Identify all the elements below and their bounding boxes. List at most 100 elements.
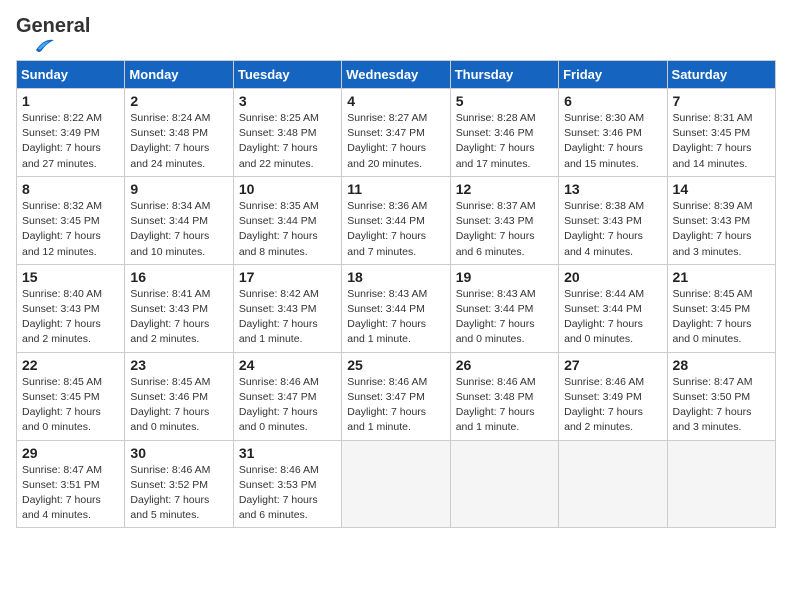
calendar-cell: 9 Sunrise: 8:34 AMSunset: 3:44 PMDaylight… xyxy=(125,176,233,264)
day-number: 2 xyxy=(130,93,227,109)
day-info: Sunrise: 8:46 AMSunset: 3:47 PMDaylight:… xyxy=(239,375,336,436)
calendar-cell: 8 Sunrise: 8:32 AMSunset: 3:45 PMDaylight… xyxy=(17,176,125,264)
day-info: Sunrise: 8:32 AMSunset: 3:45 PMDaylight:… xyxy=(22,199,119,260)
day-info: Sunrise: 8:47 AMSunset: 3:51 PMDaylight:… xyxy=(22,463,119,524)
day-info: Sunrise: 8:35 AMSunset: 3:44 PMDaylight:… xyxy=(239,199,336,260)
calendar-week-row: 8 Sunrise: 8:32 AMSunset: 3:45 PMDaylight… xyxy=(17,176,776,264)
calendar-body: 1 Sunrise: 8:22 AMSunset: 3:49 PMDaylight… xyxy=(17,89,776,528)
day-info: Sunrise: 8:46 AMSunset: 3:48 PMDaylight:… xyxy=(456,375,553,436)
calendar-cell: 22Sunrise: 8:45 AMSunset: 3:45 PMDayligh… xyxy=(17,352,125,440)
day-number: 11 xyxy=(347,181,444,197)
calendar-cell: 10Sunrise: 8:35 AMSunset: 3:44 PMDayligh… xyxy=(233,176,341,264)
day-info: Sunrise: 8:47 AMSunset: 3:50 PMDaylight:… xyxy=(673,375,770,436)
calendar-week-row: 29 Sunrise: 8:47 AMSunset: 3:51 PMDayligh… xyxy=(17,440,776,528)
calendar-week-row: 1 Sunrise: 8:22 AMSunset: 3:49 PMDaylight… xyxy=(17,89,776,177)
day-number: 30 xyxy=(130,445,227,461)
calendar-header-monday: Monday xyxy=(125,61,233,89)
day-number: 12 xyxy=(456,181,553,197)
day-number: 18 xyxy=(347,269,444,285)
day-number: 24 xyxy=(239,357,336,373)
calendar-cell: 14 Sunrise: 8:39 AMSunset: 3:43 PMDayligh… xyxy=(667,176,775,264)
day-number: 4 xyxy=(347,93,444,109)
day-number: 19 xyxy=(456,269,553,285)
calendar-cell: 20Sunrise: 8:44 AMSunset: 3:44 PMDayligh… xyxy=(559,264,667,352)
day-number: 17 xyxy=(239,269,336,285)
calendar-header-row: SundayMondayTuesdayWednesdayThursdayFrid… xyxy=(17,61,776,89)
day-info: Sunrise: 8:43 AMSunset: 3:44 PMDaylight:… xyxy=(456,287,553,348)
calendar-cell: 21 Sunrise: 8:45 AMSunset: 3:45 PMDayligh… xyxy=(667,264,775,352)
calendar-cell: 27Sunrise: 8:46 AMSunset: 3:49 PMDayligh… xyxy=(559,352,667,440)
calendar-cell: 5 Sunrise: 8:28 AMSunset: 3:46 PMDaylight… xyxy=(450,89,558,177)
day-number: 14 xyxy=(673,181,770,197)
calendar-cell: 25Sunrise: 8:46 AMSunset: 3:47 PMDayligh… xyxy=(342,352,450,440)
calendar-cell xyxy=(559,440,667,528)
calendar-cell: 26 Sunrise: 8:46 AMSunset: 3:48 PMDayligh… xyxy=(450,352,558,440)
day-info: Sunrise: 8:41 AMSunset: 3:43 PMDaylight:… xyxy=(130,287,227,348)
day-info: Sunrise: 8:31 AMSunset: 3:45 PMDaylight:… xyxy=(673,111,770,172)
day-number: 15 xyxy=(22,269,119,285)
day-number: 23 xyxy=(130,357,227,373)
day-number: 26 xyxy=(456,357,553,373)
day-number: 16 xyxy=(130,269,227,285)
day-info: Sunrise: 8:43 AMSunset: 3:44 PMDaylight:… xyxy=(347,287,444,348)
calendar-cell: 19 Sunrise: 8:43 AMSunset: 3:44 PMDayligh… xyxy=(450,264,558,352)
day-info: Sunrise: 8:28 AMSunset: 3:46 PMDaylight:… xyxy=(456,111,553,172)
day-number: 6 xyxy=(564,93,661,109)
day-number: 9 xyxy=(130,181,227,197)
day-info: Sunrise: 8:45 AMSunset: 3:45 PMDaylight:… xyxy=(673,287,770,348)
day-number: 3 xyxy=(239,93,336,109)
calendar-cell xyxy=(342,440,450,528)
day-number: 5 xyxy=(456,93,553,109)
calendar-cell: 24 Sunrise: 8:46 AMSunset: 3:47 PMDayligh… xyxy=(233,352,341,440)
day-info: Sunrise: 8:38 AMSunset: 3:43 PMDaylight:… xyxy=(564,199,661,260)
calendar-cell: 17 Sunrise: 8:42 AMSunset: 3:43 PMDayligh… xyxy=(233,264,341,352)
day-number: 1 xyxy=(22,93,119,109)
day-info: Sunrise: 8:22 AMSunset: 3:49 PMDaylight:… xyxy=(22,111,119,172)
calendar-table: SundayMondayTuesdayWednesdayThursdayFrid… xyxy=(16,60,776,528)
day-number: 21 xyxy=(673,269,770,285)
calendar-cell xyxy=(450,440,558,528)
day-info: Sunrise: 8:24 AMSunset: 3:48 PMDaylight:… xyxy=(130,111,227,172)
day-info: Sunrise: 8:34 AMSunset: 3:44 PMDaylight:… xyxy=(130,199,227,260)
day-info: Sunrise: 8:36 AMSunset: 3:44 PMDaylight:… xyxy=(347,199,444,260)
calendar-cell: 7 Sunrise: 8:31 AMSunset: 3:45 PMDaylight… xyxy=(667,89,775,177)
calendar-cell: 29 Sunrise: 8:47 AMSunset: 3:51 PMDayligh… xyxy=(17,440,125,528)
calendar-cell: 16 Sunrise: 8:41 AMSunset: 3:43 PMDayligh… xyxy=(125,264,233,352)
calendar-week-row: 15Sunrise: 8:40 AMSunset: 3:43 PMDayligh… xyxy=(17,264,776,352)
day-info: Sunrise: 8:25 AMSunset: 3:48 PMDaylight:… xyxy=(239,111,336,172)
day-number: 25 xyxy=(347,357,444,373)
calendar-week-row: 22Sunrise: 8:45 AMSunset: 3:45 PMDayligh… xyxy=(17,352,776,440)
day-number: 31 xyxy=(239,445,336,461)
calendar-header-wednesday: Wednesday xyxy=(342,61,450,89)
day-info: Sunrise: 8:46 AMSunset: 3:52 PMDaylight:… xyxy=(130,463,227,524)
page-header: General xyxy=(16,16,776,52)
calendar-header-thursday: Thursday xyxy=(450,61,558,89)
logo-bird-icon xyxy=(16,36,54,54)
day-number: 8 xyxy=(22,181,119,197)
calendar-header-saturday: Saturday xyxy=(667,61,775,89)
day-info: Sunrise: 8:30 AMSunset: 3:46 PMDaylight:… xyxy=(564,111,661,172)
calendar-cell: 6 Sunrise: 8:30 AMSunset: 3:46 PMDaylight… xyxy=(559,89,667,177)
day-number: 13 xyxy=(564,181,661,197)
calendar-cell: 2 Sunrise: 8:24 AMSunset: 3:48 PMDaylight… xyxy=(125,89,233,177)
calendar-cell: 11 Sunrise: 8:36 AMSunset: 3:44 PMDayligh… xyxy=(342,176,450,264)
day-info: Sunrise: 8:46 AMSunset: 3:49 PMDaylight:… xyxy=(564,375,661,436)
day-info: Sunrise: 8:42 AMSunset: 3:43 PMDaylight:… xyxy=(239,287,336,348)
calendar-header-friday: Friday xyxy=(559,61,667,89)
day-number: 20 xyxy=(564,269,661,285)
calendar-cell: 4 Sunrise: 8:27 AMSunset: 3:47 PMDaylight… xyxy=(342,89,450,177)
calendar-cell: 3 Sunrise: 8:25 AMSunset: 3:48 PMDaylight… xyxy=(233,89,341,177)
day-info: Sunrise: 8:39 AMSunset: 3:43 PMDaylight:… xyxy=(673,199,770,260)
day-number: 28 xyxy=(673,357,770,373)
calendar-cell: 23 Sunrise: 8:45 AMSunset: 3:46 PMDayligh… xyxy=(125,352,233,440)
day-info: Sunrise: 8:45 AMSunset: 3:45 PMDaylight:… xyxy=(22,375,119,436)
day-info: Sunrise: 8:46 AMSunset: 3:53 PMDaylight:… xyxy=(239,463,336,524)
calendar-cell: 12Sunrise: 8:37 AMSunset: 3:43 PMDayligh… xyxy=(450,176,558,264)
calendar-cell: 30 Sunrise: 8:46 AMSunset: 3:52 PMDayligh… xyxy=(125,440,233,528)
day-info: Sunrise: 8:27 AMSunset: 3:47 PMDaylight:… xyxy=(347,111,444,172)
day-number: 29 xyxy=(22,445,119,461)
calendar-cell: 15Sunrise: 8:40 AMSunset: 3:43 PMDayligh… xyxy=(17,264,125,352)
calendar-header-tuesday: Tuesday xyxy=(233,61,341,89)
day-info: Sunrise: 8:45 AMSunset: 3:46 PMDaylight:… xyxy=(130,375,227,436)
day-number: 7 xyxy=(673,93,770,109)
